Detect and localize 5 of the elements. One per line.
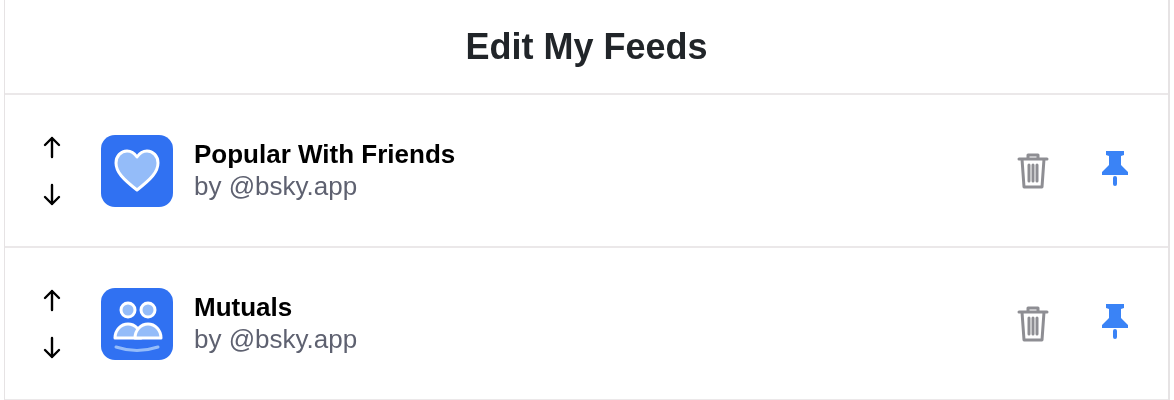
feed-name: Mutuals — [194, 292, 294, 324]
feed-author: by @bsky.app — [194, 323, 359, 355]
feed-name: Popular With Friends — [194, 139, 457, 171]
page-title: Edit My Feeds — [465, 24, 708, 69]
feed-author: by @bsky.app — [194, 170, 359, 202]
